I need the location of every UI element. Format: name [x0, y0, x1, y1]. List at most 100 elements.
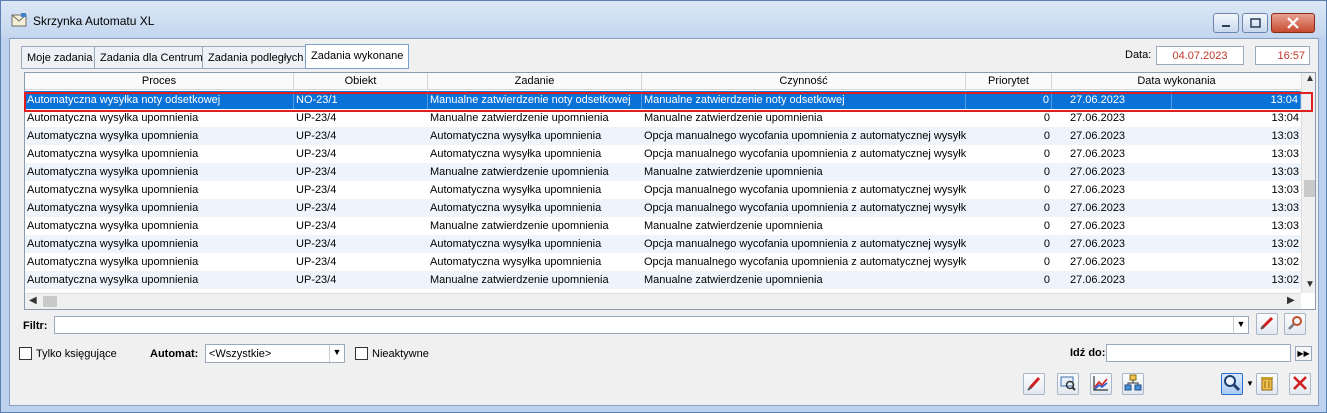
cell-task: Automatyczna wysyłka upomnienia	[430, 130, 602, 142]
date-field[interactable]: 04.07.2023	[1156, 46, 1244, 65]
table-row[interactable]: Automatyczna wysyłka upomnienia UP-23/4 Au…	[25, 181, 1301, 199]
cell-task: Automatyczna wysyłka upomnienia	[430, 148, 602, 160]
clear-button[interactable]	[1023, 373, 1045, 395]
column-header-completion-date[interactable]: Data wykonania	[1052, 73, 1301, 90]
hierarchy-button[interactable]	[1122, 373, 1144, 395]
filter-label: Filtr:	[23, 320, 48, 332]
column-header-task[interactable]: Zadanie	[428, 73, 642, 90]
filter-dropdown-button[interactable]: ▼	[1233, 317, 1248, 333]
cell-priority: 0	[1043, 220, 1050, 232]
chart-button[interactable]	[1090, 373, 1112, 395]
inactive-label: Nieaktywne	[372, 348, 429, 360]
cell-object: NO-23/1	[294, 91, 428, 109]
table-row[interactable]: Automatyczna wysyłka upomnienia UP-23/4 Ma…	[25, 163, 1301, 181]
cell-priority: 0	[1043, 202, 1050, 214]
cell-completion-date: 27.06.2023	[1070, 184, 1126, 196]
table-row[interactable]: Automatyczna wysyłka upomnienia UP-23/4 Au…	[25, 145, 1301, 163]
content-panel: Moje zadania Zadania dla Centrum Zadania…	[9, 38, 1319, 406]
vertical-scroll-thumb[interactable]	[1304, 180, 1315, 197]
table-row-selected[interactable]: Automatyczna wysyłka noty odsetkowej NO-2…	[25, 91, 1301, 109]
tab-my-tasks[interactable]: Moje zadania	[21, 46, 99, 69]
cell-priority: 0	[1043, 274, 1050, 286]
cell-object: UP-23/4	[296, 184, 337, 196]
title-bar[interactable]: Skrzynka Automatu XL	[1, 1, 1326, 37]
time-field[interactable]: 16:57	[1255, 46, 1310, 65]
mail-window-icon	[11, 13, 27, 27]
maximize-button[interactable]	[1242, 13, 1268, 33]
cell-completion-time: 13:02	[1271, 238, 1299, 250]
delete-button[interactable]	[1256, 373, 1278, 395]
close-icon	[1287, 17, 1299, 29]
horizontal-scroll-thumb[interactable]	[43, 296, 57, 307]
automat-select[interactable]: <Wszystkie> ▼	[205, 344, 345, 363]
tab-center-tasks[interactable]: Zadania dla Centrum	[94, 46, 209, 69]
cell-activity: Manualne zatwierdzenie upomnienia	[644, 166, 823, 178]
cell-completion-time: 13:03	[1271, 166, 1299, 178]
column-header-priority[interactable]: Priorytet	[966, 73, 1052, 90]
cell-completion-date: 27.06.2023	[1070, 220, 1126, 232]
cell-process: Automatyczna wysyłka upomnienia	[27, 112, 199, 124]
cell-object: UP-23/4	[296, 130, 337, 142]
cell-activity: Opcja manualnego wycofania upomnienia z …	[644, 148, 966, 160]
scroll-left-icon[interactable]: ◀	[29, 295, 37, 306]
minimize-button[interactable]	[1213, 13, 1239, 33]
cell-task: Automatyczna wysyłka upomnienia	[430, 184, 602, 196]
column-header-activity[interactable]: Czynność	[642, 73, 966, 90]
cell-object: UP-23/4	[296, 238, 337, 250]
filter-tools-button[interactable]	[1284, 313, 1306, 335]
cell-activity: Manualne zatwierdzenie upomnienia	[644, 220, 823, 232]
tab-completed-tasks[interactable]: Zadania wykonane	[305, 44, 410, 69]
close-window-button[interactable]	[1271, 13, 1315, 33]
table-row[interactable]: Automatyczna wysyłka upomnienia UP-23/4 Au…	[25, 199, 1301, 217]
vertical-scrollbar[interactable]: ▲ ▼	[1301, 73, 1315, 293]
inactive-checkbox[interactable]	[355, 347, 368, 360]
close-button[interactable]	[1289, 373, 1311, 395]
cell-priority: 0	[1043, 238, 1050, 250]
chevron-down-icon: ▼	[1236, 319, 1246, 329]
column-header-process[interactable]: Proces	[25, 73, 294, 90]
cell-process: Automatyczna wysyłka upomnienia	[27, 220, 199, 232]
cell-task: Manualne zatwierdzenie upomnienia	[430, 112, 609, 124]
cell-object: UP-23/4	[296, 256, 337, 268]
cell-process: Automatyczna wysyłka upomnienia	[27, 202, 199, 214]
scroll-down-icon[interactable]: ▼	[1305, 279, 1315, 290]
preview-icon	[1060, 376, 1076, 391]
only-posting-checkbox[interactable]	[19, 347, 32, 360]
goto-button[interactable]: ▶▶	[1295, 346, 1312, 361]
cell-completion-time: 13:04	[1271, 112, 1299, 124]
maximize-icon	[1250, 18, 1261, 28]
cell-priority: 0	[1043, 184, 1050, 196]
cell-completion-date: 27.06.2023	[1070, 238, 1126, 250]
cell-completion-date: 27.06.2023	[1070, 112, 1126, 124]
chevron-down-icon[interactable]: ▼	[1246, 379, 1254, 388]
preview-button[interactable]	[1057, 373, 1079, 395]
column-header-object[interactable]: Obiekt	[294, 73, 428, 90]
delete-icon	[1261, 377, 1273, 391]
cell-object: UP-23/4	[296, 220, 337, 232]
table-row[interactable]: Automatyczna wysyłka upomnienia UP-23/4 Au…	[25, 127, 1301, 145]
table-row[interactable]: Automatyczna wysyłka upomnienia UP-23/4 Au…	[25, 253, 1301, 271]
search-button[interactable]	[1221, 373, 1243, 395]
cell-priority: 0	[966, 91, 1052, 109]
cell-completion-time: 13:03	[1271, 202, 1299, 214]
cell-task: Automatyczna wysyłka upomnienia	[430, 238, 602, 250]
table-row[interactable]: Automatyczna wysyłka upomnienia UP-23/4 Au…	[25, 235, 1301, 253]
clear-filter-button[interactable]	[1256, 313, 1278, 335]
cell-activity: Opcja manualnego wycofania upomnienia z …	[644, 184, 966, 196]
chevron-down-icon[interactable]: ▼	[329, 345, 344, 362]
tasks-table: Proces Obiekt Zadanie Czynność Priorytet…	[24, 72, 1316, 310]
filter-input[interactable]	[54, 316, 1249, 334]
table-row[interactable]: Automatyczna wysyłka upomnienia UP-23/4 Ma…	[25, 217, 1301, 235]
goto-label: Idź do:	[1070, 347, 1106, 359]
cell-activity: Manualne zatwierdzenie noty odsetkowej	[642, 91, 966, 109]
cell-completion-time: 13:02	[1271, 256, 1299, 268]
main-window: Skrzynka Automatu XL Moje zadania Zadani…	[0, 0, 1327, 413]
horizontal-scrollbar[interactable]: ◀ ▶	[25, 293, 1301, 309]
scroll-up-icon[interactable]: ▲	[1305, 73, 1315, 84]
table-row[interactable]: Automatyczna wysyłka upomnienia UP-23/4 Ma…	[25, 109, 1301, 127]
tab-subordinate-tasks[interactable]: Zadania podległych	[202, 46, 310, 69]
table-row[interactable]: Automatyczna wysyłka upomnienia UP-23/4 Ma…	[25, 271, 1301, 289]
scroll-right-icon[interactable]: ▶	[1287, 295, 1295, 306]
cell-task: Manualne zatwierdzenie upomnienia	[430, 220, 609, 232]
goto-input[interactable]	[1106, 344, 1291, 362]
